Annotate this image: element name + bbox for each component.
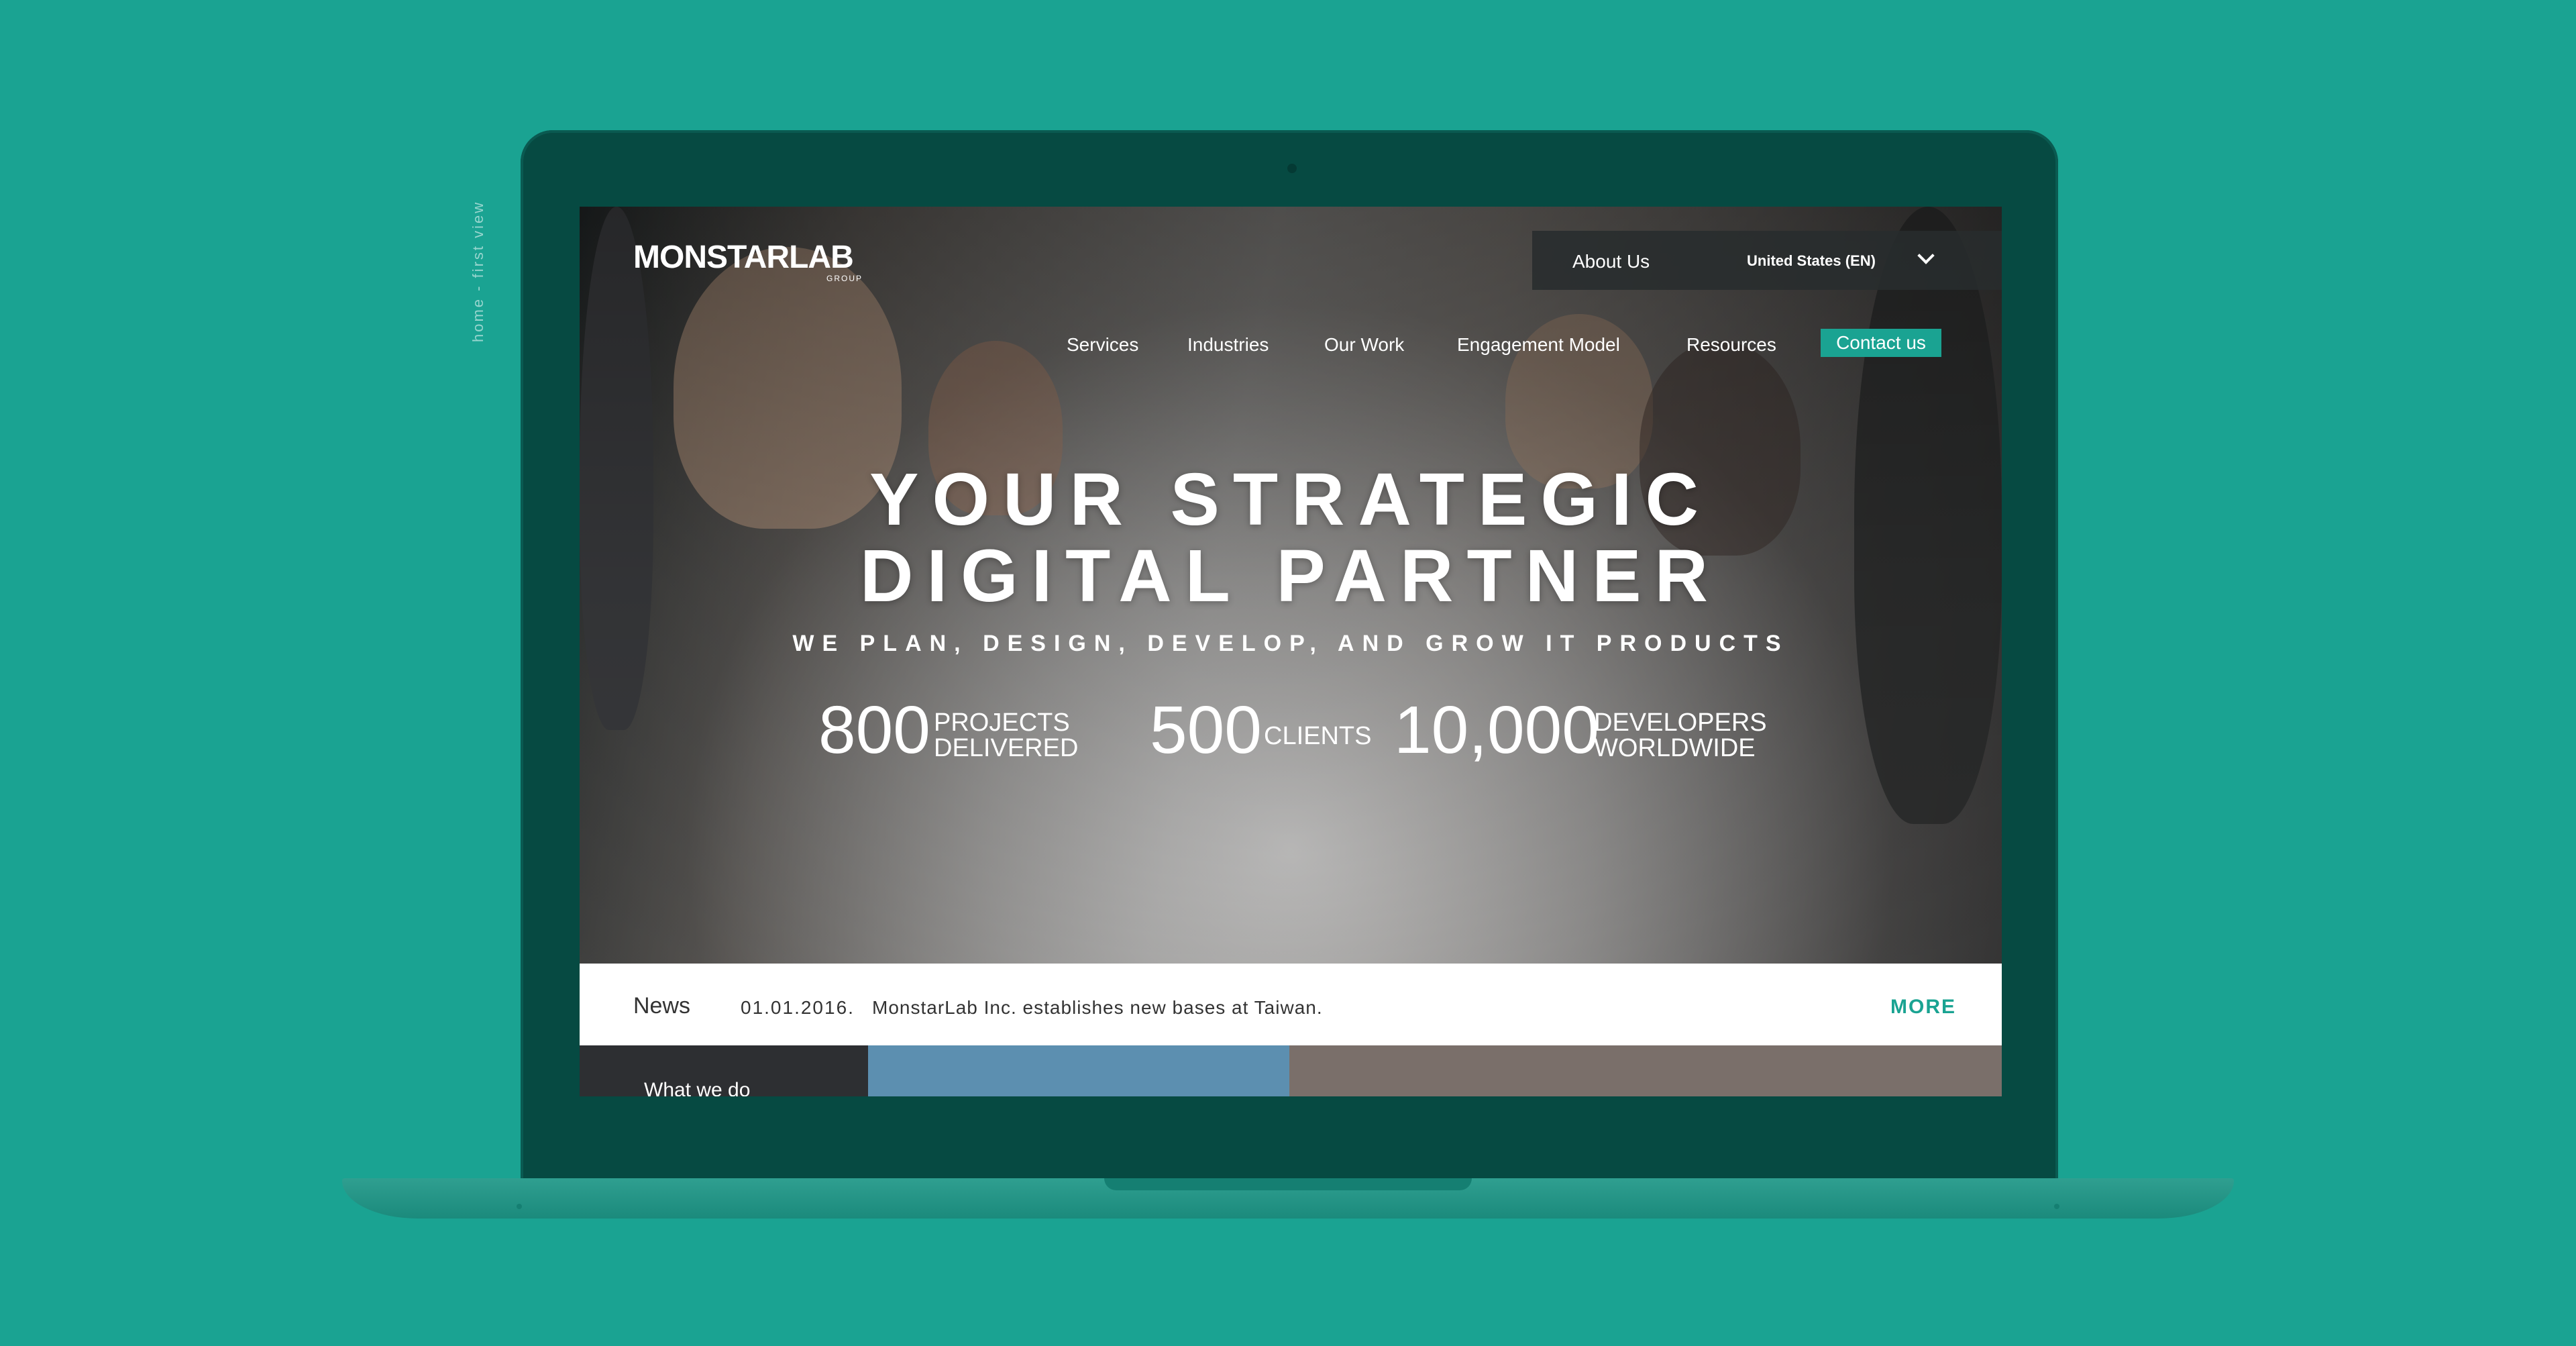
stat-clients-number: 500 [1150,692,1262,768]
stat-developers-label: DEVELOPERS WORLDWIDE [1594,710,1767,761]
region-selector[interactable]: United States (EN) [1747,252,1876,270]
stat-label-line: CLIENTS [1264,722,1372,750]
headline-line-1: YOUR STRATEGIC [869,458,1712,541]
map-tile[interactable] [868,1045,1289,1096]
website-screen: MONSTARLAB GROUP About Us United States … [580,207,2002,1096]
top-utility-bar: About Us United States (EN) [1532,231,2002,290]
news-bar: News 01.01.2016. MonstarLab Inc. establi… [580,964,2002,1045]
news-headline-link[interactable]: MonstarLab Inc. establishes new bases at… [872,997,1323,1019]
nav-engagement-model[interactable]: Engagement Model [1457,334,1620,356]
nav-our-work[interactable]: Our Work [1324,334,1404,356]
about-us-link[interactable]: About Us [1572,251,1650,272]
stat-clients-label: CLIENTS [1264,723,1371,749]
laptop-foot [517,1204,522,1209]
stat-label-line: PROJECTS [934,709,1070,737]
what-we-do-tile[interactable]: What we do [580,1045,868,1096]
stat-developers-number: 10,000 [1394,692,1599,768]
hero-headline: YOUR STRATEGIC DIGITAL PARTNER [580,462,2002,615]
what-we-do-label: What we do [644,1079,751,1096]
logo[interactable]: MONSTARLAB [633,239,854,276]
hero-subline: WE PLAN, DESIGN, DEVELOP, AND GROW IT PR… [792,631,1789,656]
news-date: 01.01.2016. [741,997,855,1018]
nav-resources[interactable]: Resources [1686,334,1776,356]
laptop-base [342,1178,2234,1219]
contact-us-button[interactable]: Contact us [1821,329,1941,357]
camera-icon [1287,164,1297,173]
stat-projects-label: PROJECTS DELIVERED [934,710,1078,761]
news-more-link[interactable]: MORE [1890,996,1956,1019]
stat-label-line: WORLDWIDE [1594,734,1756,762]
chevron-down-icon[interactable] [1917,247,1935,264]
news-title: News [633,993,691,1019]
nav-services[interactable]: Services [1067,334,1138,356]
headline-line-2: DIGITAL PARTNER [860,535,1721,617]
main-nav: Services Industries Our Work Engagement … [580,329,2002,358]
stat-label-line: DELIVERED [934,734,1079,762]
nav-industries[interactable]: Industries [1187,334,1269,356]
laptop-foot [2054,1204,2059,1209]
side-caption: home - first view [470,200,486,342]
section-preview-strip: What we do [580,1045,2002,1096]
stat-label-line: DEVELOPERS [1594,709,1767,737]
stat-projects-number: 800 [818,692,930,768]
laptop-notch [1104,1178,1472,1190]
office-tile[interactable] [1289,1045,2002,1096]
logo-subtitle: GROUP [826,274,863,283]
